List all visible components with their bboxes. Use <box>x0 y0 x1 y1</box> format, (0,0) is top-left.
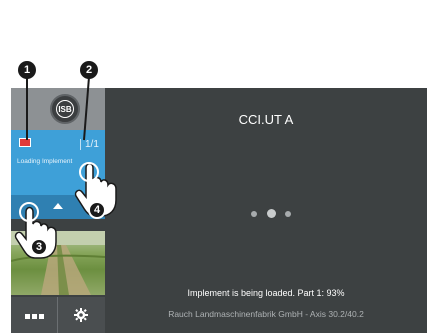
mini-view-panel[interactable]: 1/1 Loading Implement <box>11 130 105 195</box>
callout-2: 2 <box>80 61 98 79</box>
gear-icon <box>74 308 88 322</box>
page-count: 1/1 <box>80 139 99 150</box>
bottom-toolbar <box>11 297 105 333</box>
isb-label: ISB <box>58 104 72 114</box>
settings-button[interactable] <box>58 297 104 333</box>
loading-text: Loading Implement <box>17 158 73 165</box>
callout-4: 4 <box>88 201 106 219</box>
callout-1: 1 <box>18 61 36 79</box>
loading-indicator <box>248 208 298 220</box>
page-title: CCI.UT A <box>238 112 294 127</box>
chevron-up-icon <box>53 203 63 209</box>
implement-name: Rauch Landmaschinenfabrik GmbH - Axis 30… <box>168 309 364 319</box>
camera-field-image[interactable] <box>11 231 105 295</box>
implement-icon <box>19 138 31 147</box>
menu-button[interactable] <box>11 297 58 333</box>
callout-3: 3 <box>30 238 48 256</box>
menu-dots-icon <box>24 306 45 324</box>
isb-row: ISB <box>11 88 105 130</box>
isb-button[interactable]: ISB <box>50 94 80 124</box>
load-status: Implement is being loaded. Part 1: 93% <box>187 288 345 298</box>
